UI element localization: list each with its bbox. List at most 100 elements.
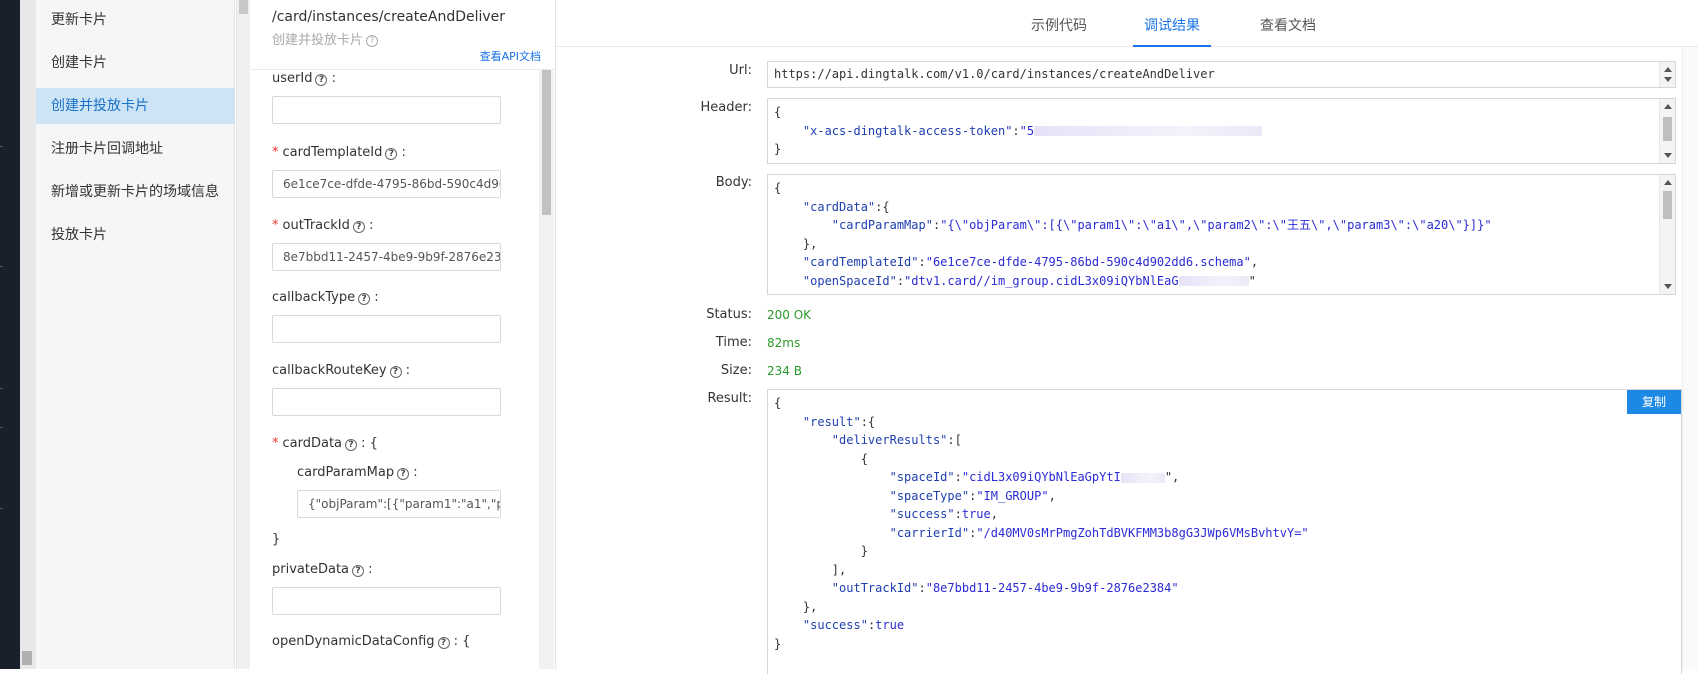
rail-marker [0, 146, 3, 147]
body-scrollbar[interactable] [1659, 175, 1675, 294]
callbackroutekey-input[interactable] [272, 388, 501, 416]
rail-scrollbar[interactable] [20, 0, 36, 669]
label-colon: : [401, 363, 411, 378]
callbacktype-input[interactable] [272, 315, 501, 343]
required-marker: * [272, 436, 279, 451]
header-field[interactable]: { "x-acs-dingtalk-access-token":"5 } [767, 98, 1676, 164]
nav-item-upsert-space[interactable]: 新增或更新卡片的场域信息 [36, 174, 235, 210]
help-icon[interactable]: ? [437, 637, 450, 649]
tab-sample-code[interactable]: 示例代码 [1023, 0, 1095, 47]
scroll-down-icon[interactable] [1664, 284, 1672, 289]
size-value: 234 B [767, 364, 802, 378]
json-key: "success" [802, 618, 868, 632]
json-key: "cardData" [802, 199, 876, 214]
help-icon[interactable]: ? [389, 366, 402, 378]
tab-view-docs[interactable]: 查看文档 [1252, 0, 1324, 47]
field-label-userid: userId? : [272, 71, 336, 86]
app-rail [0, 0, 20, 669]
scroll-down-icon[interactable] [1664, 77, 1672, 82]
url-field[interactable]: https://api.dingtalk.com/v1.0/card/insta… [767, 61, 1676, 88]
tab-debug-result[interactable]: 调试结果 [1133, 0, 1211, 47]
json-key: "spaceId" [889, 470, 955, 484]
privatedata-input[interactable] [272, 587, 501, 615]
status-label: Status: [706, 307, 752, 322]
userid-input[interactable] [272, 96, 501, 124]
nav-item-create-and-deliver[interactable]: 创建并投放卡片 [36, 88, 235, 124]
cardparammap-input[interactable]: {"objParam":[{"param1":"a1","param2":"王五… [297, 490, 501, 518]
json-key: "outTrackId" [831, 581, 919, 595]
form-header: /card/instances/createAndDeliver 创建并投放卡片… [251, 0, 555, 70]
scroll-thumb[interactable] [22, 651, 32, 665]
json-key: "spaceType" [889, 488, 970, 503]
page-scrollbar[interactable] [1682, 47, 1698, 669]
scroll-down-icon[interactable] [1664, 153, 1672, 158]
json-key: "result" [802, 414, 861, 429]
url-value: https://api.dingtalk.com/v1.0/card/insta… [774, 67, 1215, 81]
label-colon: : [364, 218, 374, 233]
scroll-up-icon[interactable] [1664, 104, 1672, 109]
label-colon: : [370, 290, 379, 305]
label-text: callbackType [272, 290, 356, 305]
json-key: "cardParamMap" [831, 218, 933, 232]
cardtemplateid-input[interactable]: 6e1ce7ce-dfde-4795-86bd-590c4d902dd6.sch… [272, 170, 501, 198]
header-scrollbar[interactable] [1659, 99, 1675, 163]
scroll-thumb[interactable] [542, 70, 551, 215]
rail-marker [0, 388, 3, 389]
label-text: privateData [272, 562, 350, 577]
help-icon[interactable]: ? [352, 565, 365, 577]
json-value: "IM_GROUP" [976, 488, 1049, 503]
help-icon[interactable]: ? [358, 293, 371, 305]
field-label-callbackroutekey: callbackRouteKey? : [272, 363, 410, 378]
header-label: Header: [700, 100, 753, 115]
result-label: Result: [707, 391, 752, 406]
scroll-thumb[interactable] [1663, 191, 1672, 219]
label-colon: : [409, 465, 418, 480]
view-api-doc-link[interactable]: 查看API文档 [480, 48, 541, 64]
rail-marker [0, 427, 3, 428]
label-text: userId [272, 71, 313, 86]
scroll-up-icon[interactable] [1664, 67, 1672, 72]
outtrackid-input[interactable]: 8e7bbd11-2457-4be9-9b9f-2876e2384 [272, 243, 501, 271]
label-brace: : { [449, 634, 471, 649]
time-value: 82ms [767, 336, 801, 350]
field-label-privatedata: privateData? : [272, 562, 373, 577]
scroll-up-icon[interactable] [1664, 180, 1672, 185]
url-scrollbar[interactable] [1659, 62, 1675, 87]
rail-marker [0, 266, 3, 267]
help-icon[interactable]: ? [345, 439, 358, 451]
help-icon[interactable]: ? [366, 35, 379, 47]
nav-scrollbar[interactable] [236, 0, 250, 669]
label-text: openDynamicDataConfig [272, 634, 435, 649]
nav-item-update-card[interactable]: 更新卡片 [36, 2, 235, 38]
nav-item-register-callback[interactable]: 注册卡片回调地址 [36, 131, 235, 167]
copy-button[interactable]: 复制 [1627, 390, 1681, 414]
field-label-cardparammap: cardParamMap? : [297, 465, 418, 480]
json-value: "6e1ce7ce-dfde-4795-86bd-590c4d902dd6.sc… [925, 255, 1251, 269]
redacted-token [1034, 126, 1263, 136]
nav-item-deliver-card[interactable]: 投放卡片 [36, 217, 235, 253]
scroll-thumb[interactable] [1663, 117, 1672, 141]
json-value: "cidL3x09iQYbNlEaGpYtI [961, 470, 1121, 484]
scroll-thumb[interactable] [239, 0, 248, 14]
help-icon[interactable]: ? [352, 221, 365, 233]
time-label: Time: [715, 335, 752, 350]
size-label: Size: [720, 363, 752, 378]
json-value: true [875, 618, 905, 632]
json-key: "deliverResults" [831, 433, 948, 447]
json-value: "dtv1.card//im_group.cidL3x09iQYbNlEaG [904, 273, 1179, 288]
form-scrollbar[interactable] [539, 70, 554, 669]
help-icon[interactable]: ? [315, 74, 328, 86]
api-path: /card/instances/createAndDeliver [272, 9, 506, 25]
label-text: cardData [282, 436, 343, 451]
nav-item-create-card[interactable]: 创建卡片 [36, 45, 235, 81]
rail-marker [0, 508, 3, 509]
help-icon[interactable]: ? [385, 148, 398, 160]
header-value: "5 [1019, 123, 1035, 138]
body-field[interactable]: { "cardData":{ "cardParamMap":"{\"objPar… [767, 174, 1676, 295]
help-icon[interactable]: ? [397, 468, 410, 480]
label-text: callbackRouteKey [272, 363, 387, 378]
label-colon: : [327, 71, 336, 86]
field-label-carddata: * cardData? : { [272, 436, 378, 451]
label-colon: : [364, 562, 373, 577]
json-value: true [961, 507, 991, 521]
